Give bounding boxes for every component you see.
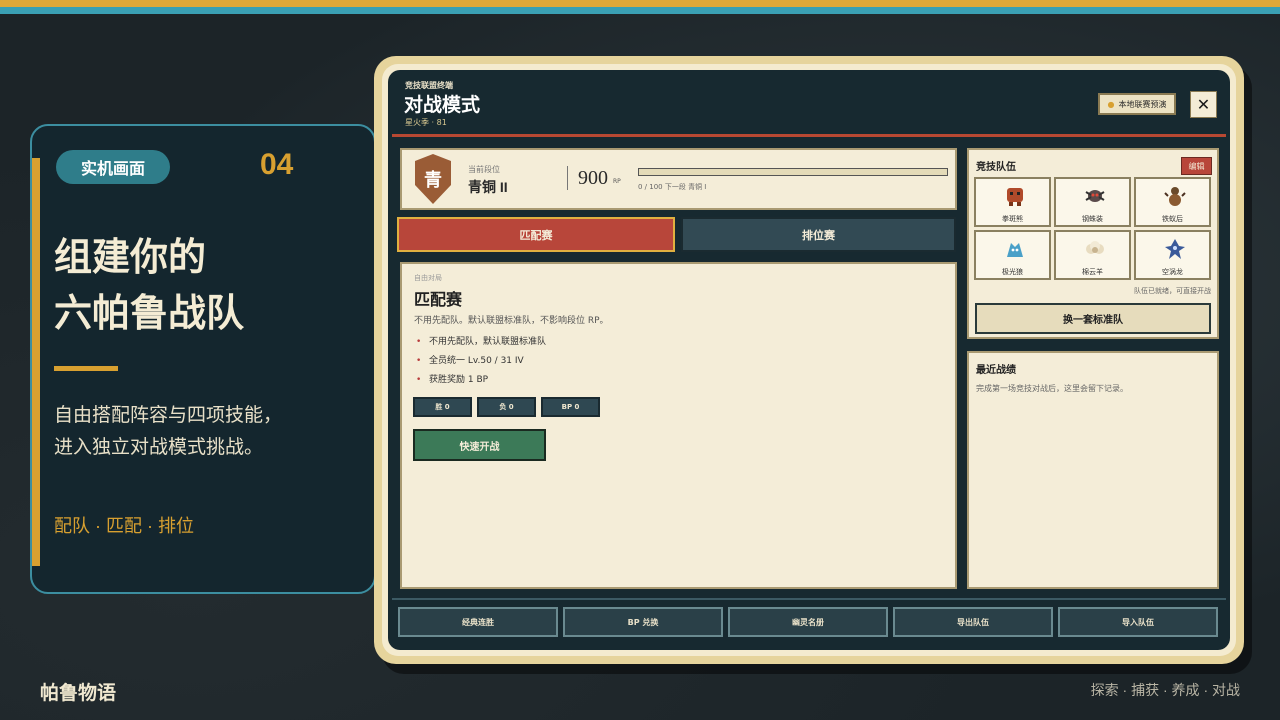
ghost-roster-button[interactable]: 幽灵名册 [728, 607, 888, 637]
pal-sprite-icon [1165, 239, 1185, 259]
rank-unit: RP [613, 178, 621, 185]
team-panel: 竞技队伍 编辑 拳斑熊 钢蛛装 铁蚁后 极光狼 棉云羊 空涡龙 队伍已就绪，可直… [967, 148, 1219, 339]
list-item: • 获胜奖励 1 BP [416, 375, 489, 385]
edit-team-button[interactable]: 编辑 [1181, 157, 1212, 175]
battle-mode-window: 竞技联盟终端 对战模式 星火季 · 81 ● 本地联赛预演 ✕ 青 当前段位 青… [388, 70, 1230, 650]
bottom-divider [392, 598, 1226, 600]
preview-button-label: 本地联赛预演 [1118, 99, 1167, 109]
section-number: 04 [260, 148, 294, 181]
rank-name: 青铜 II [468, 179, 508, 195]
bp-exchange-button[interactable]: BP 兑换 [563, 607, 723, 637]
team-member-name: 极光狼 [1002, 268, 1023, 276]
wins-stat: 胜 0 [413, 397, 472, 417]
team-member-name: 拳斑熊 [1002, 215, 1023, 223]
window-title: 对战模式 [404, 95, 481, 116]
description-line: 进入独立对战模式挑战。 [54, 437, 264, 458]
header-divider [392, 134, 1226, 137]
losses-stat: 负 0 [477, 397, 536, 417]
card-accent-bar [32, 158, 40, 566]
classic-streak-button[interactable]: 经典连胜 [398, 607, 558, 637]
top-gold-bar [0, 0, 1280, 7]
close-icon[interactable]: ✕ [1190, 91, 1217, 118]
headline: 组建你的 六帕鲁战队 [54, 230, 354, 342]
mode-rules-list: • 不用先配队，默认联盟标准队 • 全员统一 Lv.50 / 31 IV • 获胜奖励… [414, 336, 546, 393]
team-title: 竞技队伍 [976, 162, 1016, 173]
quick-battle-button[interactable]: 快速开战 [413, 429, 546, 461]
team-member-name: 铁蚁后 [1162, 215, 1183, 223]
export-team-button[interactable]: 导出队伍 [893, 607, 1053, 637]
window-header: 竞技联盟终端 对战模式 星火季 · 81 ● 本地联赛预演 ✕ [388, 70, 1230, 134]
team-member-name: 空涡龙 [1162, 268, 1183, 276]
team-member-slot[interactable]: 棉云羊 [1054, 230, 1131, 280]
headline-line: 组建你的 [54, 237, 207, 279]
team-member-name: 棉云羊 [1082, 268, 1103, 276]
team-member-slot[interactable]: 空涡龙 [1134, 230, 1211, 280]
rank-progress-bar [638, 168, 948, 176]
bullet-icon: • [416, 337, 422, 347]
bp-stat: BP 0 [541, 397, 600, 417]
mode-description: 不用先配队。默认联盟标准队，不影响段位 RP。 [414, 316, 609, 326]
mode-detail-panel: 自由对局 匹配赛 不用先配队。默认联盟标准队，不影响段位 RP。 • 不用先配队，… [400, 262, 957, 589]
swap-standard-team-button[interactable]: 换一套标准队 [975, 303, 1211, 334]
description-line: 自由搭配阵容与四项技能， [54, 405, 283, 426]
keywords: 配队 · 匹配 · 排位 [54, 516, 194, 536]
brand-logo-text: 帕鲁物语 [40, 683, 117, 704]
bullet-icon: • [416, 375, 422, 385]
description: 自由搭配阵容与四项技能， 进入独立对战模式挑战。 [54, 400, 364, 464]
team-member-slot[interactable]: 拳斑熊 [974, 177, 1051, 227]
section-tag: 实机画面 [56, 150, 170, 184]
rank-panel: 青 当前段位 青铜 II 900 RP 0 / 100 下一段 青铜 I [400, 148, 957, 210]
team-member-slot[interactable]: 铁蚁后 [1134, 177, 1211, 227]
rank-progress-text: 0 / 100 下一段 青铜 I [638, 183, 707, 191]
footer-tagline: 探索 · 捕获 · 养成 · 对战 [1090, 682, 1240, 698]
rank-points: 900 [578, 167, 608, 189]
pal-sprite-icon [1007, 243, 1023, 257]
list-item: • 全员统一 Lv.50 / 31 IV [416, 356, 524, 366]
records-empty-state: 完成第一场竞技对战后，这里会留下记录。 [976, 384, 1128, 393]
team-ready-note: 队伍已就绪，可直接开战 [1134, 287, 1211, 295]
team-member-slot[interactable]: 极光狼 [974, 230, 1051, 280]
import-team-button[interactable]: 导入队伍 [1058, 607, 1218, 637]
pal-sprite-icon [1164, 187, 1186, 206]
team-member-name: 钢蛛装 [1082, 215, 1103, 223]
pal-sprite-icon [1007, 188, 1023, 206]
rank-shield-icon: 青 [415, 154, 451, 204]
recent-records-panel: 最近战绩 完成第一场竞技对战后，这里会留下记录。 [967, 351, 1219, 589]
mode-title: 匹配赛 [414, 292, 463, 309]
records-title: 最近战绩 [976, 365, 1016, 376]
dot-icon: ● [1107, 99, 1115, 109]
pal-sprite-icon [1085, 190, 1105, 202]
team-member-slot[interactable]: 钢蛛装 [1054, 177, 1131, 227]
rank-label: 当前段位 [468, 165, 500, 174]
headline-line: 六帕鲁战队 [54, 293, 245, 335]
tab-ranked[interactable]: 排位赛 [681, 217, 956, 252]
local-league-preview-button[interactable]: ● 本地联赛预演 [1098, 93, 1176, 115]
mode-kicker: 自由对局 [414, 274, 442, 282]
headline-underline [54, 366, 118, 371]
rank-divider [567, 166, 568, 190]
tab-match[interactable]: 匹配赛 [397, 217, 675, 252]
bullet-icon: • [416, 356, 422, 366]
window-subtitle: 星火季 · 81 [405, 118, 447, 127]
list-item: • 不用先配队，默认联盟标准队 [416, 337, 547, 347]
feature-card: 实机画面 04 组建你的 六帕鲁战队 自由搭配阵容与四项技能， 进入独立对战模式… [30, 124, 376, 594]
pal-sprite-icon [1086, 241, 1104, 254]
